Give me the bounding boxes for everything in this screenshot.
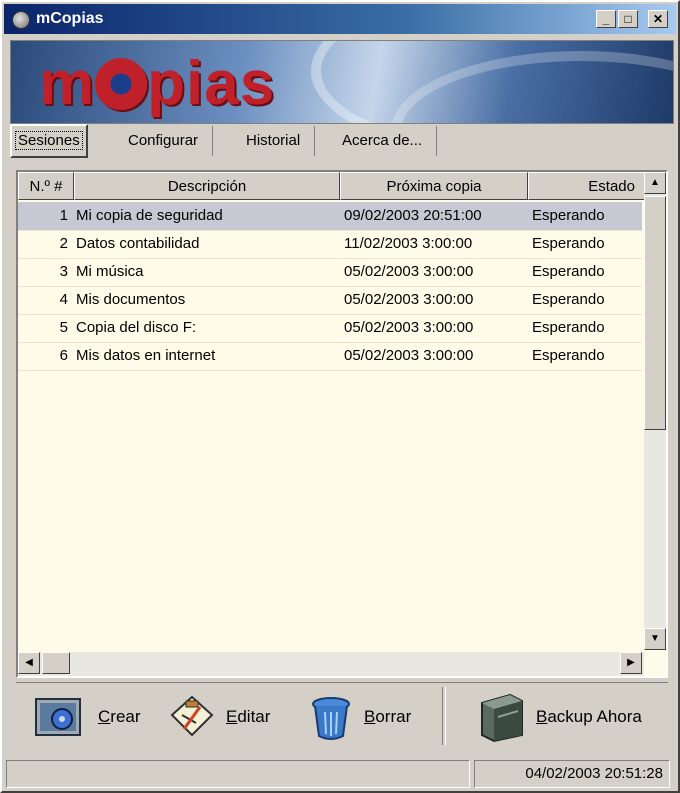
cell-estado: Esperando	[532, 207, 605, 224]
editar-button[interactable]: Editar	[166, 691, 270, 743]
tab-acerca[interactable]: Acerca de...	[328, 126, 438, 156]
vertical-scrollbar[interactable]: ▲ ▼	[644, 172, 666, 650]
new-session-icon	[35, 698, 81, 736]
table-row[interactable]: 6 Mis datos en internet 05/02/2003 3:00:…	[18, 342, 642, 371]
tab-bar: Sesiones Configurar Historial Acerca de.…	[10, 124, 672, 158]
toolbar-separator	[442, 687, 446, 745]
cell-number: 4	[59, 291, 68, 308]
backup-ahora-label: Backup Ahora	[536, 707, 642, 726]
cell-number: 5	[59, 319, 68, 336]
cell-proxima: 05/02/2003 3:00:00	[344, 319, 474, 336]
window-title: mCopias	[36, 10, 104, 27]
server-icon	[481, 693, 523, 743]
crear-button[interactable]: Crear	[34, 691, 141, 743]
horizontal-scrollbar[interactable]: ◀ ▶	[18, 652, 644, 676]
column-header-estado[interactable]: Estado	[528, 172, 646, 200]
main-window: mCopias _ □ ✕ m pias Sesiones Configurar …	[0, 0, 680, 793]
cell-number: 3	[59, 263, 68, 280]
action-toolbar: Crear Editar Borrar Backup Ahora	[16, 682, 668, 749]
list-header: N.º # Descripción Próxima copia Estado	[18, 172, 646, 200]
backup-ahora-button[interactable]: Backup Ahora	[474, 691, 642, 743]
cell-descripcion: Mi música	[76, 263, 144, 280]
minimize-button[interactable]: _	[596, 10, 616, 28]
status-panel-left	[6, 760, 470, 788]
cell-estado: Esperando	[532, 235, 605, 252]
borrar-label: Borrar	[364, 707, 412, 726]
close-button[interactable]: ✕	[648, 10, 668, 28]
vertical-scroll-thumb[interactable]	[644, 196, 666, 430]
cell-estado: Esperando	[532, 347, 605, 364]
app-logo: m pias	[39, 49, 276, 118]
cell-proxima: 11/02/2003 3:00:00	[344, 235, 473, 252]
cell-descripcion: Datos contabilidad	[76, 235, 200, 252]
cell-estado: Esperando	[532, 291, 605, 308]
scroll-down-icon[interactable]: ▼	[644, 628, 666, 650]
column-header-descripcion[interactable]: Descripción	[74, 172, 340, 200]
cell-descripcion: Copia del disco F:	[76, 319, 197, 336]
cell-number: 1	[59, 207, 68, 224]
table-row[interactable]: 4 Mis documentos 05/02/2003 3:00:00 Espe…	[18, 286, 642, 315]
scroll-left-icon[interactable]: ◀	[18, 652, 40, 674]
column-header-proxima[interactable]: Próxima copia	[340, 172, 528, 200]
editar-label: Editar	[226, 707, 271, 726]
column-header-number[interactable]: N.º #	[18, 172, 74, 200]
horizontal-scroll-thumb[interactable]	[42, 652, 70, 674]
disc-icon	[95, 58, 148, 110]
cell-descripcion: Mi copia de seguridad	[76, 207, 223, 224]
sessions-list[interactable]: N.º # Descripción Próxima copia Estado 1…	[16, 170, 668, 678]
table-row[interactable]: 1 Mi copia de seguridad 09/02/2003 20:51…	[18, 202, 642, 231]
status-bar: 04/02/2003 20:51:28	[6, 760, 674, 790]
table-row[interactable]: 3 Mi música 05/02/2003 3:00:00 Esperando	[18, 258, 642, 287]
app-icon[interactable]	[12, 11, 30, 29]
status-datetime: 04/02/2003 20:51:28	[474, 760, 670, 788]
tab-configurar[interactable]: Configurar	[114, 126, 214, 156]
edit-clipboard-icon	[170, 695, 214, 737]
cell-estado: Esperando	[532, 263, 605, 280]
scroll-up-icon[interactable]: ▲	[644, 172, 666, 194]
app-banner: m pias	[10, 40, 674, 124]
tab-historial[interactable]: Historial	[232, 126, 316, 156]
cell-proxima: 05/02/2003 3:00:00	[344, 263, 474, 280]
tab-sesiones[interactable]: Sesiones	[10, 124, 88, 158]
scroll-right-icon[interactable]: ▶	[620, 652, 642, 674]
cell-descripcion: Mis documentos	[76, 291, 186, 308]
cell-proxima: 05/02/2003 3:00:00	[344, 291, 474, 308]
cell-number: 2	[59, 235, 68, 252]
crear-label: Crear	[98, 707, 141, 726]
borrar-button[interactable]: Borrar	[306, 691, 411, 743]
cell-descripcion: Mis datos en internet	[76, 347, 216, 364]
cell-proxima: 05/02/2003 3:00:00	[344, 347, 474, 364]
cell-estado: Esperando	[532, 319, 605, 336]
maximize-button[interactable]: □	[618, 10, 638, 28]
trash-can-icon	[312, 697, 350, 740]
cell-proxima: 09/02/2003 20:51:00	[344, 207, 482, 224]
cell-number: 6	[59, 347, 68, 364]
table-row[interactable]: 5 Copia del disco F: 05/02/2003 3:00:00 …	[18, 314, 642, 343]
table-row[interactable]: 2 Datos contabilidad 11/02/2003 3:00:00 …	[18, 230, 642, 259]
title-bar[interactable]: mCopias _ □ ✕	[4, 4, 676, 34]
